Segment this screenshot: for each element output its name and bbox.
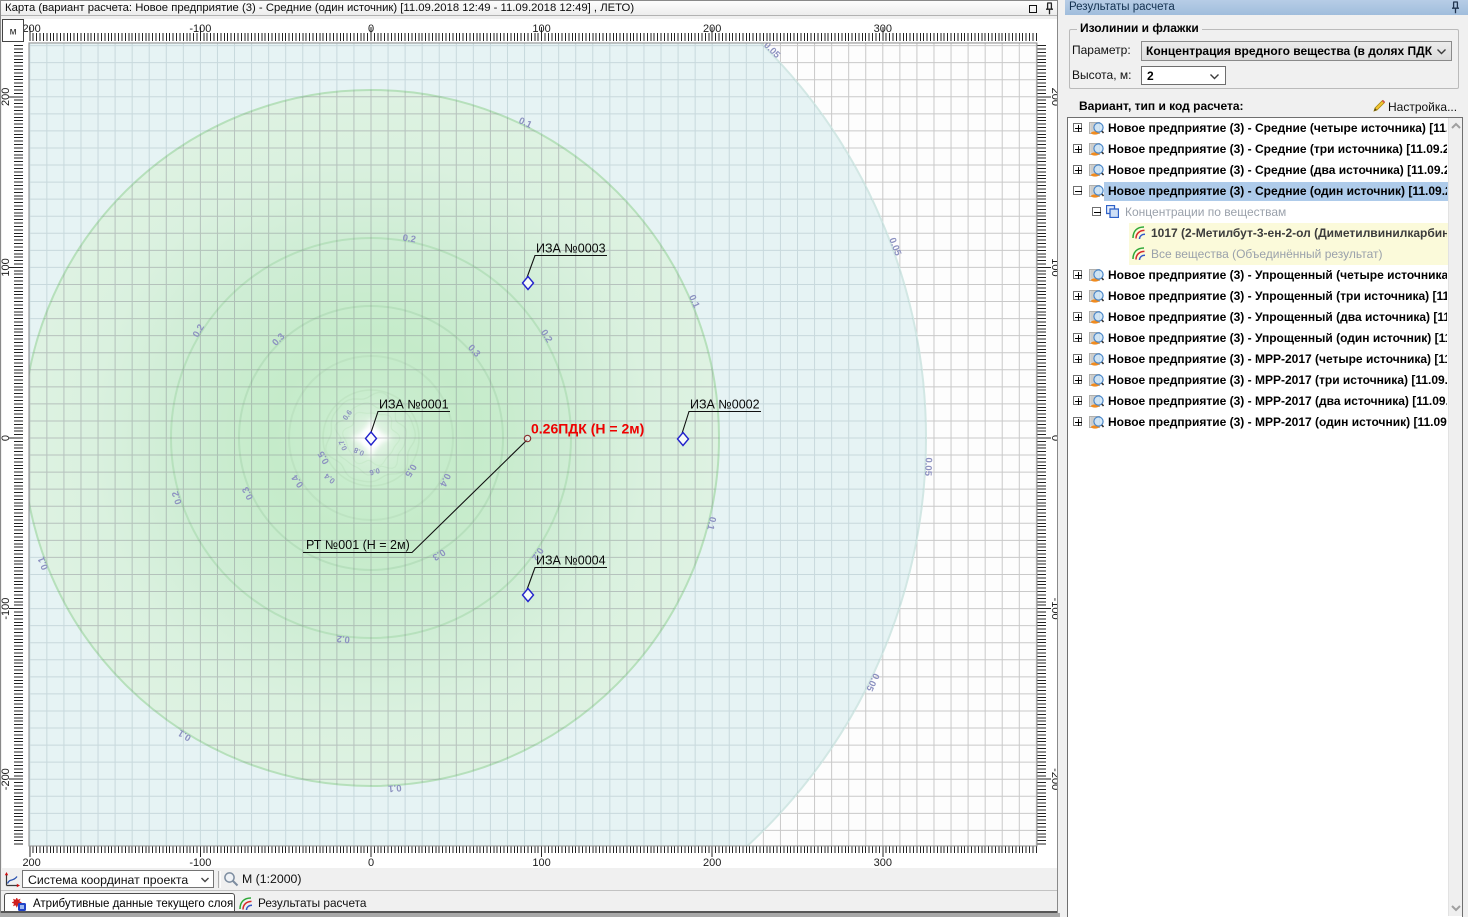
svg-text:ИЗА №0003: ИЗА №0003 (536, 242, 606, 256)
svg-text:м: м (10, 27, 17, 38)
svg-text:-100: -100 (189, 23, 211, 35)
svg-text:200: 200 (1, 88, 12, 106)
svg-text:-200: -200 (1, 768, 12, 790)
svg-text:300: 300 (874, 23, 892, 35)
svg-text:0.26ПДК (Н = 2м): 0.26ПДК (Н = 2м) (531, 421, 644, 437)
svg-text:100: 100 (1049, 258, 1057, 276)
svg-text:ИЗА №0001: ИЗА №0001 (379, 398, 449, 412)
svg-text:-100: -100 (189, 857, 211, 869)
svg-text:0: 0 (368, 857, 374, 869)
svg-text:0: 0 (1, 435, 12, 441)
svg-text:100: 100 (532, 23, 550, 35)
svg-text:ИЗА №0002: ИЗА №0002 (690, 398, 760, 412)
svg-text:0.2: 0.2 (402, 233, 417, 246)
svg-text:ИЗА №0004: ИЗА №0004 (536, 554, 606, 568)
svg-text:РТ №001 (Н = 2м): РТ №001 (Н = 2м) (306, 538, 410, 552)
svg-text:0: 0 (368, 23, 374, 35)
svg-text:0.1: 0.1 (387, 782, 402, 794)
svg-text:200: 200 (703, 23, 721, 35)
svg-text:0.05: 0.05 (922, 457, 934, 477)
svg-text:300: 300 (874, 857, 892, 869)
svg-text:100: 100 (532, 857, 550, 869)
svg-text:-200: -200 (1049, 768, 1057, 790)
svg-text:-100: -100 (1, 598, 12, 620)
svg-text:200: 200 (1049, 88, 1057, 106)
svg-text:0: 0 (1049, 435, 1057, 441)
svg-text:-100: -100 (1049, 598, 1057, 620)
svg-text:200: 200 (703, 857, 721, 869)
svg-text:100: 100 (1, 258, 12, 276)
svg-text:0.2: 0.2 (336, 633, 350, 645)
